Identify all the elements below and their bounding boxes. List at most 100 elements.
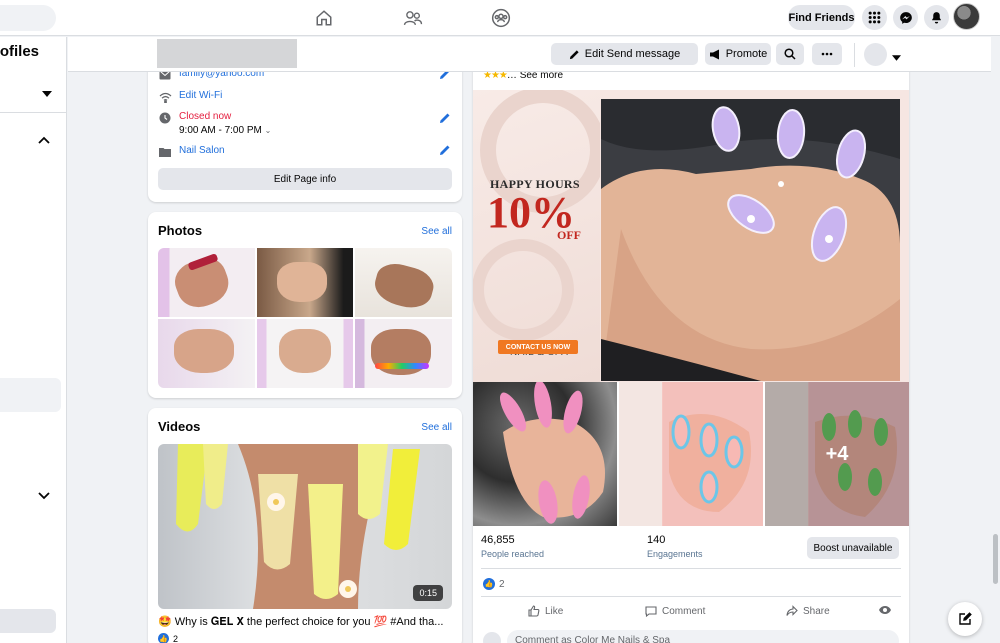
photo-thumbnail[interactable]: [355, 248, 452, 317]
people-reached-stat: 46,855 People reached: [481, 534, 544, 559]
post-main-image[interactable]: HAPPY HOURS 10% OFF NAIL & SPA: [473, 90, 909, 382]
chevron-up-icon[interactable]: [38, 133, 50, 147]
wifi-icon: [158, 90, 172, 104]
chevron-down-icon[interactable]: [38, 489, 50, 503]
like-reaction-icon: 👍: [483, 578, 495, 590]
share-icon: [786, 605, 798, 616]
photo-thumbnail[interactable]: [256, 319, 354, 388]
boost-unavailable-button[interactable]: Boost unavailable: [807, 537, 899, 559]
nails-photo: [601, 99, 900, 381]
audience-eye-icon[interactable]: [879, 605, 891, 615]
home-icon[interactable]: [312, 6, 336, 30]
edit-category-pencil-icon[interactable]: [439, 144, 451, 159]
people-reached-label: People reached: [481, 549, 545, 559]
promo-panel: HAPPY HOURS 10% OFF NAIL & SPA: [473, 90, 600, 382]
video-duration-badge: 0:15: [413, 585, 443, 601]
like-reaction-icon: 👍: [158, 633, 169, 643]
videos-see-all-link[interactable]: See all: [421, 422, 452, 433]
blue-tip-nails-image: [663, 382, 763, 526]
wifi-row: Edit Wi-Fi: [158, 90, 222, 104]
photo-thumbnail[interactable]: [355, 319, 452, 388]
video-reactions[interactable]: 👍 2: [158, 633, 178, 643]
closed-now-status: Closed now: [179, 111, 232, 122]
comment-row: Comment as Color Me Nails & Spa: [483, 630, 901, 643]
post-hand-photo: [601, 99, 900, 381]
promote-label: Promote: [725, 48, 768, 60]
commenter-avatar: [483, 632, 501, 643]
pencil-icon: [569, 49, 579, 59]
photo-grid: [158, 248, 452, 388]
hours-row: Closed now 9:00 AM - 7:00 PM ⌄: [158, 111, 271, 136]
post-thumbnail[interactable]: [473, 382, 617, 526]
photo-thumbnail[interactable]: [158, 248, 255, 317]
groups-icon[interactable]: [489, 6, 513, 30]
find-friends-button[interactable]: Find Friends: [788, 5, 855, 30]
thumbs-up-icon: [528, 605, 540, 617]
notifications-icon[interactable]: [924, 5, 949, 30]
photo-thumbnail[interactable]: [158, 319, 255, 388]
chevron-down-icon: ⌄: [264, 126, 272, 135]
post-thumbnail[interactable]: +4: [765, 382, 909, 526]
page-name-placeholder: [157, 39, 297, 68]
hours-text: 9:00 AM - 7:00 PM: [179, 125, 262, 136]
people-reached-value: 46,855: [481, 534, 515, 546]
contact-us-now-button: CONTACT US NOW: [498, 340, 578, 354]
comment-icon: [645, 606, 657, 617]
video-thumbnail[interactable]: 0:15: [158, 444, 452, 609]
page-action-bar: Edit Send message Promote: [68, 37, 991, 72]
page-avatar[interactable]: [864, 43, 887, 66]
share-label: Share: [803, 605, 830, 617]
like-count-value: 2: [499, 578, 505, 590]
messenger-icon[interactable]: [893, 5, 918, 30]
comment-input[interactable]: Comment as Color Me Nails & Spa: [507, 630, 899, 643]
video-caption[interactable]: 🤩 Why is 𝐆𝐄𝐋 𝐗 the perfect choice for yo…: [158, 615, 452, 629]
photo-thumbnail[interactable]: [256, 248, 354, 317]
page-scrollbar[interactable]: [991, 37, 1000, 643]
comment-button[interactable]: Comment: [645, 605, 705, 617]
engagements-label: Engagements: [647, 549, 703, 559]
profile-avatar[interactable]: [953, 3, 980, 30]
sidebar-selected-item[interactable]: [0, 378, 61, 412]
more-photos-overlay[interactable]: +4: [765, 382, 909, 526]
category-link[interactable]: Nail Salon: [179, 145, 225, 156]
post-divider: [481, 568, 901, 569]
left-sidebar: rofiles: [0, 37, 67, 643]
photos-title: Photos: [158, 223, 203, 238]
scrollbar-thumb[interactable]: [993, 534, 998, 584]
share-button[interactable]: Share: [786, 605, 830, 617]
edit-wifi-link[interactable]: Edit Wi-Fi: [179, 90, 222, 101]
post-thumbnail-row: +4: [473, 382, 909, 526]
photos-see-all-link[interactable]: See all: [421, 226, 452, 237]
caret-down-icon[interactable]: [42, 86, 52, 100]
folder-icon: [158, 145, 172, 159]
promo-off: OFF: [557, 228, 581, 242]
hours-dropdown[interactable]: 9:00 AM - 7:00 PM ⌄: [179, 125, 271, 136]
videos-title: Videos: [158, 419, 201, 434]
menu-grid-icon[interactable]: [862, 5, 887, 30]
search-field[interactable]: [0, 5, 56, 31]
caret-down-icon[interactable]: [892, 50, 901, 64]
post-thumbnail[interactable]: [619, 382, 763, 526]
post-like-count[interactable]: 👍 2: [483, 578, 505, 590]
like-button[interactable]: Like: [528, 605, 563, 617]
video-reaction-count: 2: [173, 633, 179, 643]
like-label: Like: [545, 605, 564, 617]
new-message-compose-icon[interactable]: [948, 602, 982, 636]
photos-card: Photos See all: [148, 212, 462, 398]
intro-card: family@yahoo.com Edit Wi-Fi Closed now 9…: [148, 60, 462, 202]
search-icon[interactable]: [776, 43, 804, 65]
clock-icon: [158, 111, 172, 125]
more-options-icon[interactable]: [812, 43, 842, 65]
video-nails-image: [176, 444, 420, 609]
comment-label: Comment: [662, 605, 706, 617]
edit-hours-pencil-icon[interactable]: [439, 112, 451, 127]
promote-button[interactable]: Promote: [705, 43, 771, 65]
pink-nails-image: [500, 382, 605, 524]
edit-send-message-label: Edit Send message: [584, 48, 681, 60]
post-card: ★★★… See more HAPPY HOURS 10% OFF NAIL &…: [473, 60, 909, 643]
edit-page-info-button[interactable]: Edit Page info: [158, 168, 452, 190]
sidebar-divider: [0, 112, 66, 113]
friends-icon[interactable]: [401, 6, 425, 30]
edit-send-message-button[interactable]: Edit Send message: [551, 43, 698, 65]
sidebar-bottom-button[interactable]: [0, 609, 56, 633]
